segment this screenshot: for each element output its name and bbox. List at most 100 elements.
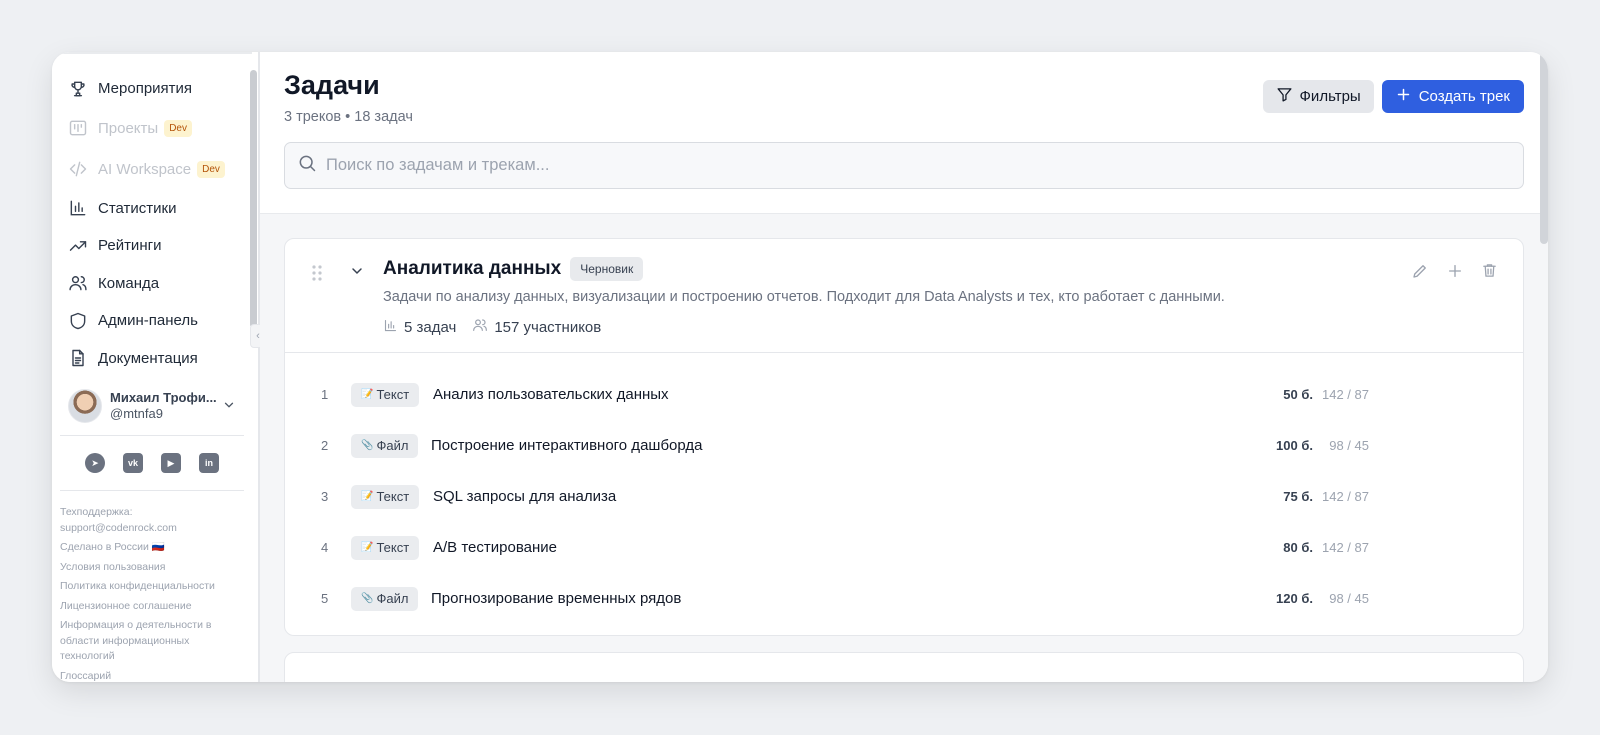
glossary-link[interactable]: Глоссарий (60, 669, 244, 683)
task-row[interactable]: 5 📎 Файл Прогнозирование временных рядов … (285, 573, 1523, 624)
footer-links: Техподдержка: support@codenrock.com Сдела… (52, 499, 252, 682)
task-points: 75 б. (1283, 489, 1313, 504)
task-points: 50 б. (1283, 387, 1313, 402)
track-tools (1410, 261, 1499, 280)
sidebar-item-ai-workspace[interactable]: AI Workspace Dev (52, 149, 252, 190)
drag-handle-icon[interactable] (311, 264, 323, 287)
bar-chart-icon (383, 318, 398, 337)
task-stats: 98 / 45 (1329, 591, 1369, 606)
sidebar-item-statistics[interactable]: Статистики (52, 190, 252, 228)
task-type-label: Файл (376, 591, 409, 606)
sidebar-item-projects[interactable]: Проекты Dev (52, 108, 252, 149)
plus-icon (1396, 87, 1411, 106)
task-number: 3 (321, 489, 329, 504)
chevron-down-icon[interactable] (222, 398, 236, 415)
create-track-label: Создать трек (1418, 88, 1510, 105)
task-type-label: Текст (376, 387, 410, 402)
task-name: Построение интерактивного дашборда (431, 437, 703, 454)
sidebar-scrollbar[interactable] (250, 70, 257, 328)
task-number: 4 (321, 540, 329, 555)
task-name: SQL запросы для анализа (433, 488, 617, 505)
user-handle: @mtnfa9 (110, 406, 163, 421)
participants-label: 157 участников (494, 318, 602, 336)
app-window: Мероприятия Проекты Dev AI Workspace Dev (52, 52, 1548, 682)
task-type-badge: 📝 Текст (351, 535, 420, 560)
task-row[interactable]: 3 📝 Текст SQL запросы для анализа 75 б. 1… (285, 471, 1523, 522)
chevron-down-icon[interactable] (349, 263, 365, 284)
user-profile[interactable]: Михаил Трофи... @mtnfa9 (52, 377, 252, 427)
track-description: Задачи по анализу данных, визуализации и… (383, 289, 1225, 305)
participants-count: 157 участников (472, 317, 601, 337)
task-stats: 142 / 87 (1322, 540, 1369, 555)
tasks-count-label: 5 задач (404, 318, 457, 336)
terms-link[interactable]: Условия пользования (60, 560, 244, 576)
task-type-badge: 📎 Файл (351, 586, 419, 611)
track-card-next (284, 652, 1524, 682)
sidebar-item-team[interactable]: Команда (52, 265, 252, 303)
add-task-icon[interactable] (1445, 261, 1464, 280)
support-info[interactable]: Техподдержка: support@codenrock.com (60, 505, 244, 536)
sidebar-item-ratings[interactable]: Рейтинги (52, 227, 252, 265)
create-track-button[interactable]: Создать трек (1381, 80, 1524, 113)
search-input[interactable] (326, 156, 1430, 175)
trash-icon[interactable] (1480, 261, 1499, 280)
trending-up-icon (68, 236, 88, 256)
license-link[interactable]: Лицензионное соглашение (60, 599, 244, 615)
sidebar-item-docs[interactable]: Документация (52, 340, 252, 378)
status-badge: Черновик (570, 257, 644, 281)
sidebar-item-label: Статистики (98, 199, 177, 217)
task-points: 100 б. (1276, 438, 1313, 453)
support-label: Техподдержка: (60, 506, 133, 518)
filters-button[interactable]: Фильтры (1262, 80, 1374, 113)
header-actions: Фильтры Создать трек (1262, 80, 1524, 113)
privacy-link[interactable]: Политика конфиденциальности (60, 579, 244, 595)
task-type-label: Файл (376, 438, 409, 453)
linkedin-icon[interactable]: in (199, 453, 219, 473)
task-stats: 142 / 87 (1322, 489, 1369, 504)
pencil-icon: 📝 (361, 491, 374, 502)
page-header: Задачи 3 треков • 18 задач Фильтры Созда… (260, 52, 1548, 214)
pencil-icon: 📝 (361, 542, 374, 553)
task-type-badge: 📎 Файл (351, 433, 419, 458)
divider (60, 435, 244, 436)
search-icon (297, 153, 317, 178)
sidebar-item-admin[interactable]: Админ-панель (52, 302, 252, 340)
sidebar-item-events[interactable]: Мероприятия (52, 70, 252, 108)
task-points: 120 б. (1276, 591, 1313, 606)
main-content: Задачи 3 треков • 18 задач Фильтры Созда… (260, 52, 1548, 682)
pencil-icon: 📝 (361, 389, 374, 400)
it-info-link[interactable]: Информация о деятельности в области инфо… (60, 618, 244, 665)
dev-badge: Dev (197, 160, 225, 178)
telegram-icon[interactable]: ➤ (85, 453, 105, 473)
task-row[interactable]: 1 📝 Текст Анализ пользовательских данных … (285, 369, 1523, 420)
task-type-badge: 📝 Текст (351, 484, 420, 509)
task-number: 5 (321, 591, 329, 606)
sidebar-item-label: Документация (98, 349, 198, 367)
task-number: 2 (321, 438, 329, 453)
task-type-label: Текст (376, 489, 410, 504)
avatar (68, 389, 102, 423)
edit-icon[interactable] (1410, 261, 1429, 280)
task-row[interactable]: 2 📎 Файл Построение интерактивного дашбор… (285, 420, 1523, 471)
sidebar-item-label: Команда (98, 274, 160, 292)
support-email[interactable]: support@codenrock.com (60, 522, 177, 534)
task-name: Прогнозирование временных рядов (431, 590, 682, 607)
filters-label: Фильтры (1299, 88, 1361, 105)
task-list: 1 📝 Текст Анализ пользовательских данных … (285, 353, 1523, 624)
task-row[interactable]: 4 📝 Текст A/B тестирование 80 б. 142 / 87 (285, 522, 1523, 573)
sidebar-item-label: AI Workspace (98, 160, 192, 178)
youtube-icon[interactable]: ▶ (161, 453, 181, 473)
shield-icon (68, 311, 88, 331)
main-scrollbar[interactable] (1540, 52, 1548, 244)
task-name: A/B тестирование (433, 539, 557, 556)
sidebar: Мероприятия Проекты Dev AI Workspace Dev (52, 52, 266, 682)
sidebar-item-label: Проекты (98, 119, 159, 137)
users-icon (68, 273, 88, 293)
kanban-icon (68, 118, 88, 138)
paperclip-icon: 📎 (361, 593, 374, 604)
sidebar-item-label: Рейтинги (98, 237, 162, 255)
task-name: Анализ пользовательских данных (433, 386, 669, 403)
task-type-label: Текст (376, 540, 410, 555)
vk-icon[interactable]: vk (123, 453, 143, 473)
search-bar (284, 142, 1524, 189)
